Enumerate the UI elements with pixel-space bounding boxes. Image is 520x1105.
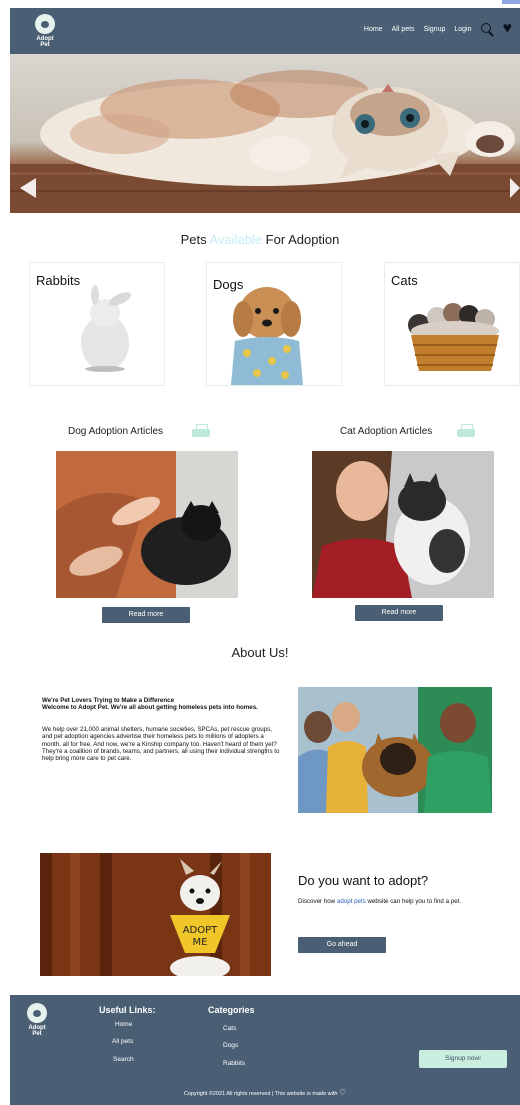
adopt-pets-link[interactable]: adopt pets [337,898,366,905]
dog-read-more-button[interactable]: Read more [102,607,190,623]
nav-login[interactable]: Login [454,26,471,33]
go-ahead-button[interactable]: Go ahead [298,937,386,953]
copyright: Copyright ©2021 All rights reserved | Th… [10,1088,520,1097]
nav-all-pets[interactable]: All pets [392,26,415,33]
printer-icon[interactable] [457,424,475,438]
copyright-text: Copyright ©2021 All rights reserved | Th… [183,1091,338,1097]
paw-icon [27,1003,47,1023]
main-nav: Home All pets Signup Login ♥ [364,21,513,37]
footer-link-all-pets[interactable]: All pets [112,1038,133,1045]
nav-home[interactable]: Home [364,26,383,33]
footer-category-dogs[interactable]: Dogs [223,1042,238,1049]
svg-text:ME: ME [193,937,208,948]
dog-image [231,287,303,385]
footer-link-home[interactable]: Home [115,1021,132,1028]
footer-category-cats[interactable]: Cats [223,1025,236,1032]
available-section-title: Pets Available For Adoption [0,232,520,247]
cats-basket-image [408,303,499,371]
cat-read-more-button[interactable]: Read more [355,605,443,621]
footer-logo-text: Adopt Pet [28,1025,46,1037]
site-footer: Adopt Pet Useful Links: Home All pets Se… [10,995,520,1105]
search-icon[interactable] [480,22,494,36]
about-lead-1: We're Pet Lovers Trying to Make a Differ… [42,697,175,704]
title-accent: Available [209,232,263,247]
adopt-desc-suffix: website can help you to find a pet. [367,898,462,905]
carousel-prev-arrow[interactable] [20,178,36,198]
about-image [298,687,492,813]
cat-article-image [312,451,494,598]
heart-icon: ♡ [339,1088,347,1097]
adopt-title: Do you want to adopt? [298,873,429,888]
title-suffix: For Adoption [265,232,340,247]
printer-icon[interactable] [192,424,210,438]
rabbit-image [81,285,132,372]
adopt-desc-prefix: Discover how [298,898,336,905]
site-logo[interactable]: Adopt Pet [30,14,60,50]
paw-icon [35,14,55,34]
dog-article-image [56,451,238,598]
carousel-next-arrow[interactable] [510,178,520,198]
footer-category-rabbits[interactable]: Rabbits [223,1060,245,1067]
pet-card-cats[interactable]: Cats [384,262,520,386]
pet-card-dogs[interactable]: Dogs [206,262,342,386]
useful-links-heading: Useful Links: [99,1005,156,1015]
signup-now-button[interactable]: Signup now! [419,1050,507,1068]
adopt-description: Discover how adopt pets website can help… [298,898,498,906]
pet-card-rabbits[interactable]: Rabbits [29,262,165,386]
heart-icon[interactable]: ♥ [503,21,513,37]
site-header: Adopt Pet Home All pets Signup Login ♥ [10,8,520,54]
hero-carousel [10,54,520,213]
nav-signup[interactable]: Signup [424,26,446,33]
footer-logo[interactable]: Adopt Pet [22,1003,52,1039]
dog-articles-title: Dog Adoption Articles [68,426,164,437]
cat-articles-title: Cat Adoption Articles [340,426,433,437]
pet-card-label: Cats [391,273,418,288]
about-body: We help over 21,000 animal shelters, hum… [42,725,280,763]
logo-text: Adopt Pet [36,36,54,48]
about-text: We're Pet Lovers Trying to Make a Differ… [42,697,282,763]
svg-text:ADOPT: ADOPT [183,925,218,936]
about-lead-2: Welcome to Adopt Pet. We're all about ge… [42,704,258,712]
top-accent-bar [502,0,520,4]
adopt-me-dog-image: ADOPT ME [40,853,271,976]
about-title: About Us! [231,645,289,660]
title-prefix: Pets [180,232,207,247]
hero-cat-image [10,70,520,213]
categories-heading: Categories [208,1005,255,1015]
footer-link-search[interactable]: Search [113,1056,134,1063]
